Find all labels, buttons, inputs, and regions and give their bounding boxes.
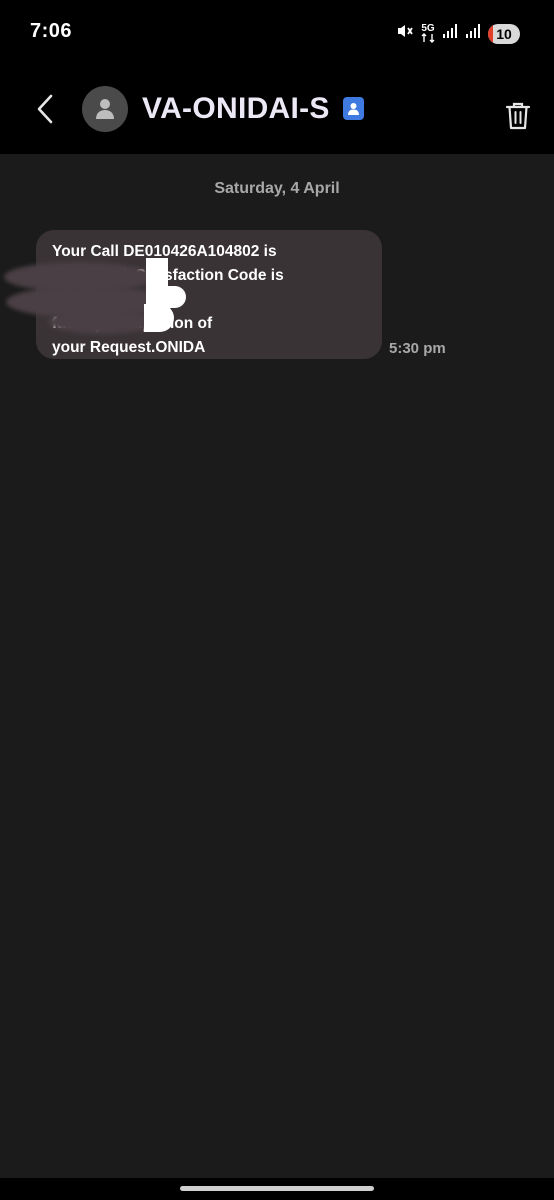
person-icon [96, 99, 114, 119]
5g-icon: 5G [421, 24, 435, 43]
network-label: 5G [421, 23, 435, 34]
signal-icon [465, 23, 481, 44]
avatar[interactable] [82, 86, 128, 132]
message-line: your Request.ONIDA [52, 339, 206, 356]
status-icons: 5G 10 [396, 22, 520, 45]
contact-card-icon [343, 97, 364, 120]
delete-button[interactable] [503, 100, 533, 132]
status-time: 7:06 [30, 20, 73, 42]
back-button[interactable] [28, 92, 62, 126]
chevron-left-icon [37, 94, 53, 124]
trash-icon [505, 102, 531, 130]
home-indicator[interactable] [180, 1186, 374, 1191]
conversation-header: VA-ONIDAI-S [0, 64, 554, 154]
status-bar: 7:06 5G 10 [0, 0, 554, 64]
signal-icon [442, 23, 458, 44]
contact-name[interactable]: VA-ONIDAI-S [142, 92, 330, 126]
navigation-bar [0, 1178, 554, 1200]
battery-level: 10 [496, 25, 512, 42]
redaction-mark [144, 304, 174, 332]
mute-icon [396, 22, 414, 45]
redaction-smudge [48, 310, 158, 334]
message-line: Your Call DE010426A104802 is [52, 243, 277, 260]
message-time: 5:30 pm [389, 340, 446, 357]
date-separator: Saturday, 4 April [214, 180, 340, 197]
battery-icon: 10 [488, 23, 520, 44]
